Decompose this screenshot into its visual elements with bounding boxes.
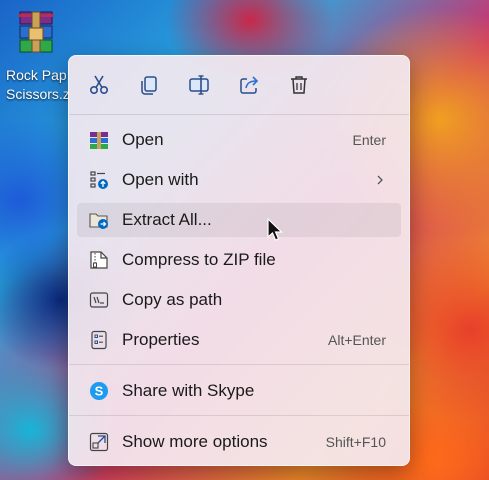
svg-text:S: S — [95, 384, 104, 399]
menu-item-label: Share with Skype — [122, 381, 255, 400]
menu-item-shortcut: Shift+F10 — [325, 434, 386, 450]
cut-button[interactable] — [86, 72, 112, 98]
winrar-archive-icon — [18, 8, 54, 60]
menu-item-label: Compress to ZIP file — [122, 250, 276, 269]
menu-item-copy-as-path[interactable]: Copy as path — [77, 283, 401, 317]
context-menu-toolbar — [69, 56, 409, 114]
cut-icon — [89, 75, 109, 95]
menu-item-shortcut: Enter — [352, 132, 386, 148]
menu-item-properties[interactable]: Properties Alt+Enter — [77, 323, 401, 357]
menu-item-compress-zip[interactable]: Compress to ZIP file — [77, 243, 401, 277]
open-with-icon — [89, 170, 109, 190]
menu-item-open-with[interactable]: Open with — [77, 163, 401, 197]
menu-item-shortcut: Alt+Enter — [328, 332, 386, 348]
toolbar-separator — [69, 114, 409, 115]
menu-item-label: Copy as path — [122, 290, 223, 309]
copy-button[interactable] — [136, 72, 162, 98]
winrar-icon — [89, 130, 109, 150]
delete-button[interactable] — [286, 72, 312, 98]
mouse-cursor-icon — [267, 218, 283, 241]
share-icon — [240, 76, 259, 94]
copy-path-icon — [89, 290, 109, 310]
menu-separator — [69, 364, 409, 365]
menu-item-label: Extract All... — [122, 210, 212, 229]
menu-item-label: Show more options — [122, 432, 268, 451]
zip-icon — [89, 250, 109, 270]
copy-icon — [141, 76, 157, 95]
skype-icon: S — [89, 381, 109, 401]
rename-button[interactable] — [186, 72, 212, 98]
menu-item-label: Properties — [122, 330, 200, 349]
chevron-right-icon — [377, 175, 383, 185]
menu-item-share-skype[interactable]: S Share with Skype — [77, 374, 401, 408]
menu-item-label: Open — [122, 130, 164, 149]
context-menu: Open Enter Open with Extract All... Comp… — [68, 55, 410, 466]
share-button[interactable] — [236, 72, 262, 98]
menu-item-show-more-options[interactable]: Show more options Shift+F10 — [77, 425, 401, 459]
more-options-icon — [89, 432, 109, 452]
rename-icon — [189, 75, 209, 95]
delete-icon — [291, 76, 307, 94]
menu-item-extract-all[interactable]: Extract All... — [77, 203, 401, 237]
menu-separator — [69, 415, 409, 416]
menu-item-label: Open with — [122, 170, 199, 189]
properties-icon — [89, 330, 109, 350]
extract-folder-icon — [89, 210, 109, 230]
menu-item-open[interactable]: Open Enter — [77, 123, 401, 157]
